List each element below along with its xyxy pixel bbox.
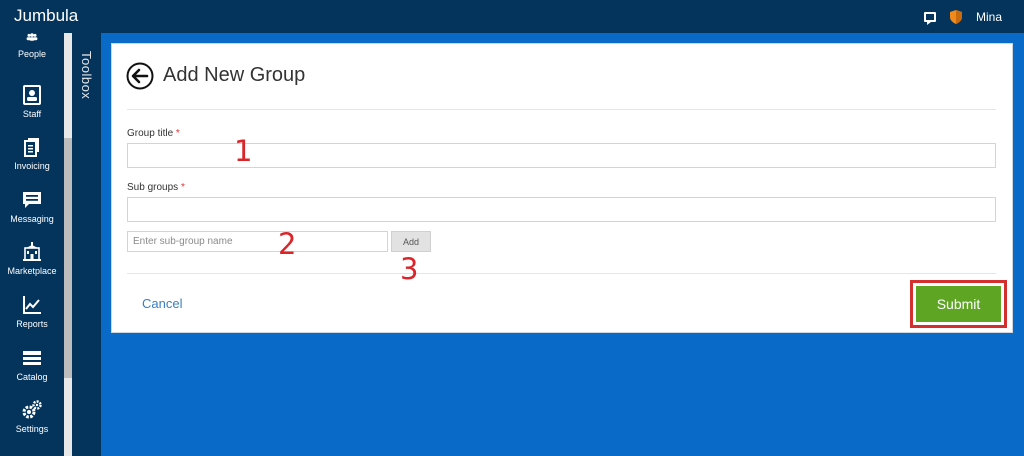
chat-icon[interactable]: [923, 11, 936, 25]
shield-icon[interactable]: [949, 9, 962, 24]
sidebar-label-messaging: Messaging: [10, 214, 54, 224]
sidebar-label-settings: Settings: [15, 424, 49, 434]
sidebar: People Staff Invoicing Messaging Marketp…: [0, 33, 64, 456]
back-arrow-icon[interactable]: [126, 62, 154, 90]
staff-icon: [23, 85, 41, 105]
sidebar-item-invoicing[interactable]: Invoicing: [0, 137, 64, 171]
sidebar-scrollbar[interactable]: [64, 33, 72, 456]
reports-icon: [23, 296, 41, 314]
message-icon: [23, 192, 41, 208]
add-group-card: Add New Group Group title * Sub groups *…: [111, 43, 1013, 333]
settings-icon: [22, 400, 42, 419]
sidebar-item-marketplace[interactable]: Marketplace: [0, 242, 64, 276]
required-mark: *: [180, 182, 185, 193]
annotation-number-2: 2: [278, 227, 297, 261]
sub-groups-label-text: Sub groups: [127, 182, 179, 193]
toolbox-label[interactable]: Toolbox: [79, 51, 94, 99]
submit-button[interactable]: Submit: [916, 286, 1001, 322]
sidebar-item-messaging[interactable]: Messaging: [0, 190, 64, 224]
annotation-number-3: 3: [400, 252, 419, 286]
sidebar-label-catalog: Catalog: [16, 372, 48, 382]
submit-highlight-box: Submit: [910, 280, 1007, 328]
sidebar-label-marketplace: Marketplace: [7, 266, 57, 276]
required-mark: *: [175, 128, 180, 139]
brand-logo[interactable]: Jumbula: [14, 6, 78, 26]
sidebar-scroll-thumb[interactable]: [64, 138, 72, 378]
subgroup-name-input[interactable]: [127, 231, 388, 252]
invoice-icon: [24, 138, 39, 157]
group-title-input[interactable]: [127, 143, 996, 168]
sidebar-label-invoicing: Invoicing: [14, 161, 50, 171]
sub-groups-input[interactable]: [127, 197, 996, 222]
sidebar-item-people[interactable]: People: [0, 33, 64, 59]
cancel-link[interactable]: Cancel: [142, 296, 182, 311]
marketplace-icon: [23, 242, 41, 261]
sidebar-label-reports: Reports: [16, 319, 48, 329]
sub-groups-label: Sub groups *: [127, 182, 185, 193]
annotation-number-1: 1: [234, 134, 253, 168]
toolbox-panel[interactable]: Toolbox: [72, 33, 101, 456]
sidebar-item-catalog[interactable]: Catalog: [0, 348, 64, 382]
sidebar-label-staff: Staff: [22, 109, 42, 119]
user-name[interactable]: Mina: [976, 10, 1002, 24]
group-title-label-text: Group title: [127, 128, 174, 139]
page-title: Add New Group: [163, 64, 306, 86]
catalog-icon: [23, 351, 41, 365]
header-divider: [127, 109, 996, 110]
people-icon: [26, 33, 38, 41]
sidebar-item-settings[interactable]: Settings: [0, 400, 64, 434]
group-title-label: Group title *: [127, 128, 180, 139]
top-bar: Jumbula Mina: [0, 0, 1024, 33]
footer-divider: [127, 273, 996, 274]
sidebar-item-staff[interactable]: Staff: [0, 85, 64, 119]
sidebar-item-reports[interactable]: Reports: [0, 295, 64, 329]
topbar-actions: Mina: [923, 0, 1024, 33]
add-subgroup-button[interactable]: Add: [391, 231, 431, 252]
sidebar-label-people: People: [17, 49, 47, 59]
